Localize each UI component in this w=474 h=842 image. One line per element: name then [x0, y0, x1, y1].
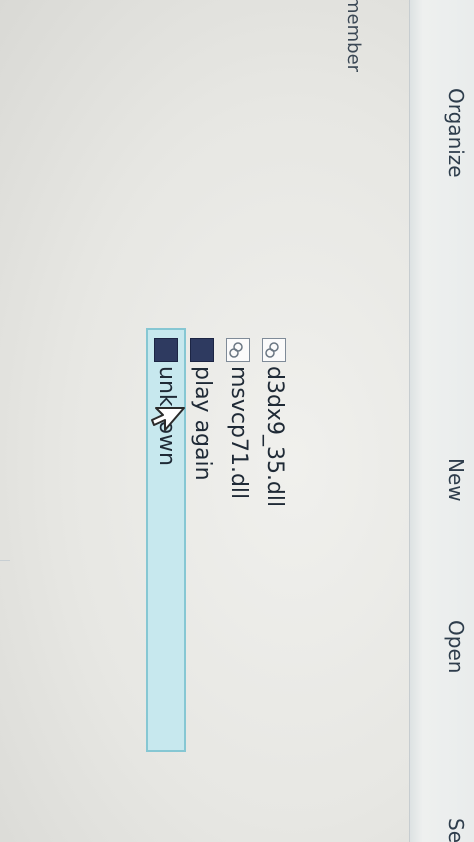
- dll-file-icon: [262, 338, 286, 362]
- file-item-unknown[interactable]: unknown: [147, 306, 185, 774]
- application-icon: [154, 338, 178, 362]
- open-button[interactable]: Open: [444, 620, 468, 673]
- file-name: play again: [190, 366, 215, 481]
- dll-file-icon: [226, 338, 250, 362]
- sidebar-item-label[interactable]: member: [343, 0, 364, 72]
- file-explorer-window: Organize New Open Se member d3dx9_35.dll: [0, 0, 474, 842]
- share-button[interactable]: Se: [444, 818, 468, 842]
- mouse-pointer-icon: [151, 407, 185, 431]
- file-list: d3dx9_35.dll msvcp71.dll play again: [147, 306, 292, 790]
- application-icon: [190, 338, 214, 362]
- file-item-msvcp71[interactable]: msvcp71.dll: [220, 330, 256, 790]
- divider: [0, 560, 10, 561]
- file-name: d3dx9_35.dll: [262, 366, 287, 508]
- file-item-play-again[interactable]: play again: [184, 330, 220, 790]
- file-item-d3dx9[interactable]: d3dx9_35.dll: [256, 330, 292, 790]
- file-name: msvcp71.dll: [226, 366, 251, 500]
- new-button[interactable]: New: [444, 458, 468, 502]
- command-toolbar: Organize New Open Se: [409, 0, 474, 842]
- organize-button[interactable]: Organize: [444, 88, 468, 178]
- content-pane: member d3dx9_35.dll msvcp71.dll play aga…: [0, 0, 410, 842]
- photo-frame: Organize New Open Se member d3dx9_35.dll: [0, 0, 474, 842]
